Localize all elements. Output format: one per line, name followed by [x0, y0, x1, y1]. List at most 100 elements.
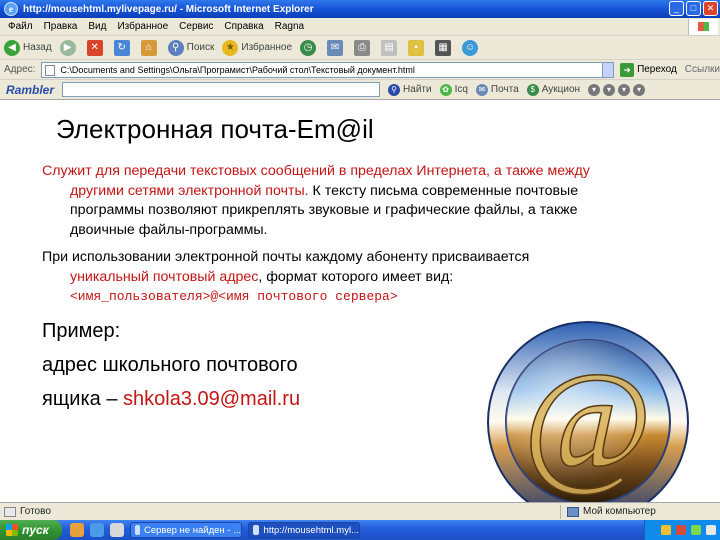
example-line-3: ящика – shkola3.09@mail.ru — [42, 388, 300, 411]
edit-button[interactable]: ▤ — [381, 39, 400, 56]
taskbar: пуск Сервер не найден - ... http://mouse… — [0, 520, 720, 540]
status-left: Готово — [0, 506, 560, 517]
address-line-2-text: , формат которого имеет вид: — [258, 268, 454, 285]
start-button[interactable]: пуск — [0, 520, 62, 540]
example-line-2: адрес школьного почтового — [42, 354, 298, 376]
go-label: Переход — [637, 64, 677, 75]
refresh-button[interactable]: ↻ — [113, 39, 133, 56]
taskbar-item[interactable]: Сервер не найден - ... — [130, 522, 242, 538]
favorites-label: Избранное — [241, 42, 293, 53]
taskbar-item-active[interactable]: http://mousehtml.myl... — [248, 522, 360, 538]
rambler-find-button[interactable]: ⚲ Найти — [388, 83, 432, 96]
minimize-button[interactable]: _ — [669, 1, 684, 16]
forward-button[interactable]: ▶ — [59, 39, 79, 56]
window-controls: _ □ ✕ — [669, 1, 718, 16]
refresh-icon: ↻ — [113, 39, 130, 56]
rambler-search-input[interactable] — [62, 82, 381, 97]
ie-page-icon — [253, 525, 260, 535]
address-input[interactable]: C:\Documents and Settings\Ольга\Програми… — [41, 61, 604, 78]
rambler-icq-button[interactable]: ✿ Icq — [439, 83, 468, 96]
links-button[interactable]: Ссылки — [685, 64, 720, 75]
window-title: http://mousehtml.mylivepage.ru/ - Micros… — [23, 3, 314, 15]
internet-explorer-icon: e — [4, 2, 18, 16]
discuss-button[interactable]: ▪ — [408, 39, 427, 56]
menu-ragna[interactable]: Ragna — [275, 21, 304, 32]
address-bar: Адрес: C:\Documents and Settings\Ольга\П… — [0, 60, 720, 80]
rambler-extra-buttons[interactable]: ▾ ▾ ▾ ▾ — [588, 83, 648, 96]
menu-tools[interactable]: Сервис — [179, 21, 213, 32]
back-label: Назад — [23, 42, 52, 53]
rambler-mail-button[interactable]: ✉ Почта — [475, 83, 519, 96]
history-button[interactable]: ◷ — [300, 39, 319, 56]
at-sign-icon: @ — [487, 321, 689, 523]
printer-icon: ⎙ — [354, 39, 371, 56]
rambler-toolbar: Rambler ⚲ Найти ✿ Icq ✉ Почта $ Аукцион … — [0, 80, 720, 100]
address-format: <имя_пользователя>@<имя почтового сервер… — [70, 289, 398, 304]
address-line-2: уникальный почтовый адрес, формат которо… — [42, 268, 672, 288]
menu-edit[interactable]: Правка — [44, 21, 78, 32]
tray-icon[interactable] — [661, 525, 671, 535]
back-arrow-icon: ◀ — [4, 39, 20, 56]
search-button[interactable]: ⚲ Поиск — [167, 39, 214, 56]
home-button[interactable]: ⌂ — [140, 39, 160, 56]
windows-logo-icon — [688, 19, 718, 35]
find-icon: ⚲ — [388, 83, 401, 96]
example-email: shkola3.09@mail.ru — [123, 388, 301, 410]
find-label: Найти — [403, 84, 432, 95]
menu-view[interactable]: Вид — [88, 21, 106, 32]
system-tray — [644, 520, 720, 540]
mail-label: Почта — [490, 84, 519, 95]
definition-paragraph: Служит для передачи текстовых сообщений … — [42, 162, 672, 240]
tray-icon[interactable] — [691, 525, 701, 535]
go-arrow-icon: ➜ — [620, 62, 635, 77]
options-icon: ▾ — [618, 83, 631, 96]
history-icon: ◷ — [300, 39, 317, 56]
icq-flower-icon: ✿ — [439, 83, 452, 96]
tray-icon[interactable] — [676, 525, 686, 535]
address-dropdown-button[interactable] — [602, 61, 615, 78]
options-icon: ▾ — [603, 83, 616, 96]
example-prefix: ящика – — [42, 388, 124, 410]
definition-line-2: другими сетями электронной почты. К текс… — [42, 182, 672, 202]
close-button[interactable]: ✕ — [703, 1, 718, 16]
status-zone-text: Мой компьютер — [583, 506, 656, 517]
computer-icon — [567, 506, 579, 517]
tray-icon[interactable] — [706, 525, 716, 535]
menu-help[interactable]: Справка — [224, 21, 263, 32]
research-icon: ▦ — [435, 39, 452, 56]
status-text: Готово — [20, 506, 51, 517]
home-icon: ⌂ — [140, 39, 157, 56]
address-value: C:\Documents and Settings\Ольга\Програми… — [60, 64, 415, 75]
rambler-auction-button[interactable]: $ Аукцион — [526, 83, 581, 96]
quick-launch-icon[interactable] — [90, 523, 104, 537]
forward-arrow-icon: ▶ — [59, 39, 76, 56]
title-bar: e http://mousehtml.mylivepage.ru/ - Micr… — [0, 0, 720, 18]
stop-button[interactable]: ✕ — [86, 39, 106, 56]
options-icon: ▾ — [633, 83, 646, 96]
menu-favorites[interactable]: Избранное — [117, 21, 168, 32]
definition-line-2-text: К тексту письма современные почтовые — [308, 182, 579, 199]
maximize-button[interactable]: □ — [686, 1, 701, 16]
quick-launch-icon[interactable] — [70, 523, 84, 537]
back-button[interactable]: ◀ Назад — [4, 39, 52, 56]
rambler-logo[interactable]: Rambler — [6, 83, 54, 97]
definition-line-2-highlight: другими сетями электронной почты. — [70, 182, 309, 199]
research-button[interactable]: ▦ — [435, 39, 454, 56]
messenger-button[interactable]: ☺ — [462, 39, 481, 56]
taskbar-item-label: Сервер не найден - ... — [143, 524, 241, 536]
page-content: Электронная почта-Em@il Служит для перед… — [0, 100, 720, 523]
standard-toolbar: ◀ Назад ▶ ✕ ↻ ⌂ ⚲ Поиск ★ Избранное ◷ ✉ … — [0, 36, 720, 60]
auction-label: Аукцион — [541, 84, 581, 95]
go-button[interactable]: ➜ Переход — [620, 62, 677, 77]
print-button[interactable]: ⎙ — [354, 39, 373, 56]
quick-launch-icon[interactable] — [110, 523, 124, 537]
mail-icon: ✉ — [327, 39, 344, 56]
favorites-button[interactable]: ★ Избранное — [222, 39, 293, 56]
menu-bar: Файл Правка Вид Избранное Сервис Справка… — [0, 18, 720, 36]
mail-button[interactable]: ✉ — [327, 39, 346, 56]
menu-file[interactable]: Файл — [8, 21, 33, 32]
star-icon: ★ — [222, 39, 239, 56]
status-zone: Мой компьютер — [560, 504, 656, 519]
quick-launch — [70, 523, 124, 537]
page-status-icon — [4, 506, 16, 517]
